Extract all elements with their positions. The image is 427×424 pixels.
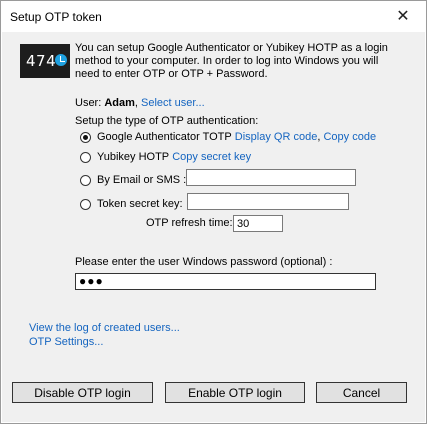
option-email-row: By Email or SMS : [80, 174, 186, 186]
user-name: Adam [104, 97, 135, 109]
option-google-label[interactable]: Google Authenticator TOTP [97, 131, 232, 143]
dialog-body: 474 You can setup Google Authenticator o… [2, 32, 425, 404]
window-title: Setup OTP token [10, 10, 102, 24]
option-google-row: Google Authenticator TOTP Display QR cod… [80, 131, 376, 143]
radio-google-authenticator[interactable] [80, 131, 91, 143]
user-separator: , [134, 97, 138, 109]
refresh-time-input[interactable] [233, 215, 283, 232]
logo-text: 474 [26, 52, 57, 70]
user-line: User: Adam, Select user... [75, 97, 205, 109]
display-qr-code-link[interactable]: Display QR code [235, 131, 318, 143]
radio-token-secret-key[interactable] [80, 198, 91, 210]
user-label: User: [75, 97, 102, 109]
copy-secret-key-link[interactable]: Copy secret key [172, 151, 251, 163]
link-separator: , [317, 131, 321, 143]
option-token-row: Token secret key: [80, 198, 183, 210]
option-email-label[interactable]: By Email or SMS : [97, 174, 186, 186]
refresh-time-label: OTP refresh time: [146, 217, 233, 229]
radio-email-sms[interactable] [80, 174, 91, 186]
close-icon[interactable]: ✕ [380, 1, 426, 31]
title-bar: Setup OTP token ✕ [1, 1, 426, 31]
radio-yubikey-hotp[interactable] [80, 151, 91, 163]
cancel-button[interactable]: Cancel [316, 382, 407, 403]
option-yubikey-label[interactable]: Yubikey HOTP [97, 151, 169, 163]
select-user-link[interactable]: Select user... [141, 97, 205, 109]
app-logo: 474 [20, 44, 70, 78]
otp-settings-link[interactable]: OTP Settings... [29, 336, 103, 348]
setup-otp-dialog: Setup OTP token ✕ 474 You can setup Goog… [0, 0, 427, 424]
setup-type-label: Setup the type of OTP authentication: [75, 115, 259, 127]
option-token-label[interactable]: Token secret key: [97, 198, 183, 210]
token-secret-key-input[interactable] [187, 193, 349, 210]
intro-text: You can setup Google Authenticator or Yu… [75, 42, 388, 80]
password-label: Please enter the user Windows password (… [75, 256, 333, 268]
check-circle-icon [55, 54, 67, 66]
option-yubikey-row: Yubikey HOTP Copy secret key [80, 151, 251, 163]
disable-otp-login-button[interactable]: Disable OTP login [12, 382, 153, 403]
email-sms-input[interactable] [186, 169, 356, 186]
enable-otp-login-button[interactable]: Enable OTP login [165, 382, 305, 403]
password-input[interactable]: ●●● [75, 273, 376, 290]
view-log-link[interactable]: View the log of created users... [29, 322, 180, 334]
button-bar: Disable OTP login Enable OTP login Cance… [2, 372, 425, 422]
copy-code-link[interactable]: Copy code [323, 131, 376, 143]
